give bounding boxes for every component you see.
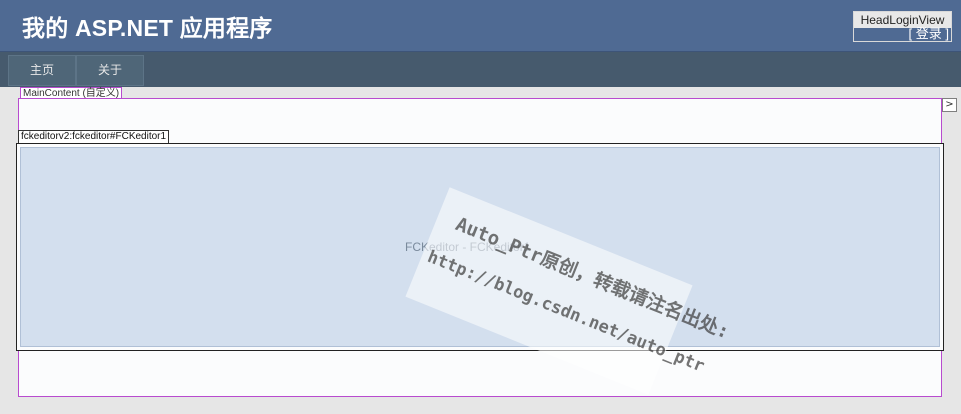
login-link[interactable]: [ 登录 ] [909,27,949,41]
site-header: 我的 ASP.NET 应用程序 HeadLoginView [ 登录 ] [0,0,961,52]
editor-control-tag: fckeditorv2:fckeditor#FCKeditor1 [18,130,170,143]
app-title: 我的 ASP.NET 应用程序 [22,15,273,41]
nav-item-home[interactable]: 主页 [8,55,76,86]
login-view-region: HeadLoginView [ 登录 ] [853,11,952,42]
main-nav: 主页 关于 [0,52,961,87]
smart-tag-expand-button[interactable]: > [942,98,957,112]
nav-item-about[interactable]: 关于 [76,55,144,86]
